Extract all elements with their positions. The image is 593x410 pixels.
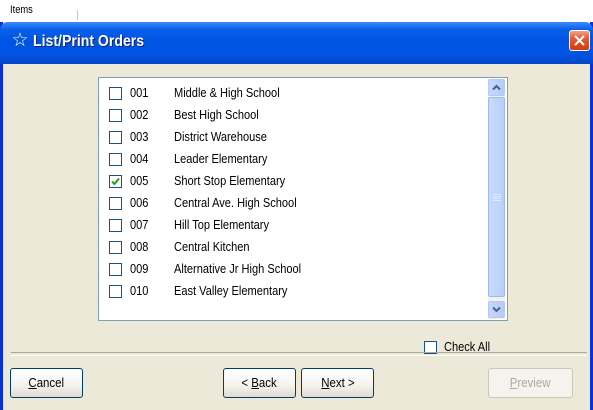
item-checkbox[interactable] <box>109 153 122 166</box>
item-checkbox[interactable] <box>109 219 122 232</box>
chevron-down-icon <box>492 306 501 313</box>
scroll-thumb[interactable] <box>488 97 505 297</box>
list-item[interactable]: 003 District Warehouse <box>99 126 487 148</box>
item-checkbox[interactable] <box>109 175 122 188</box>
item-checkbox[interactable] <box>109 263 122 276</box>
item-name: Hill Top Elementary <box>174 217 270 232</box>
item-name: Best High School <box>174 107 259 122</box>
list-item[interactable]: 010 East Valley Elementary <box>99 280 487 302</box>
item-name: Short Stop Elementary <box>174 173 286 188</box>
item-checkbox[interactable] <box>109 131 122 144</box>
checkmark-icon <box>111 177 120 186</box>
preview-button[interactable]: Preview <box>488 368 573 398</box>
vertical-scrollbar[interactable] <box>488 79 505 319</box>
close-icon <box>574 35 585 46</box>
item-code: 002 <box>130 107 149 122</box>
list-item[interactable]: 009 Alternative Jr High School <box>99 258 487 280</box>
item-code: 009 <box>130 261 149 276</box>
button-divider <box>11 352 587 356</box>
list-item[interactable]: 004 Leader Elementary <box>99 148 487 170</box>
list-item[interactable]: 007 Hill Top Elementary <box>99 214 487 236</box>
item-code: 005 <box>130 173 149 188</box>
item-code: 006 <box>130 195 149 210</box>
item-checkbox[interactable] <box>109 109 122 122</box>
star-icon: ☆ <box>11 30 29 51</box>
title-bar[interactable]: ☆ List/Print Orders <box>0 22 593 64</box>
item-code: 003 <box>130 129 149 144</box>
dialog-title: List/Print Orders <box>33 33 145 50</box>
back-label: ack <box>259 375 278 390</box>
item-code: 004 <box>130 151 149 166</box>
chevron-up-icon <box>492 84 501 91</box>
item-name: Central Kitchen <box>174 239 250 254</box>
list-item[interactable]: 001 Middle & High School <box>99 82 487 104</box>
item-checkbox[interactable] <box>109 241 122 254</box>
item-name: Central Ave. High School <box>174 195 297 210</box>
next-accel: N <box>320 375 330 390</box>
item-name: Alternative Jr High School <box>174 261 302 276</box>
next-label: ext > <box>329 375 355 390</box>
list-item[interactable]: 005 Short Stop Elementary <box>99 170 487 192</box>
item-checkbox[interactable] <box>109 285 122 298</box>
back-button[interactable]: < Back <box>223 368 296 398</box>
preview-label: review <box>517 375 551 390</box>
scroll-down-button[interactable] <box>488 301 505 318</box>
item-name: Middle & High School <box>174 85 280 100</box>
item-name: District Warehouse <box>174 129 267 144</box>
item-code: 001 <box>130 85 149 100</box>
background-window-strip: Items <box>0 0 593 20</box>
scroll-up-button[interactable] <box>488 79 505 96</box>
cancel-label: ancel <box>36 375 65 390</box>
item-name: Leader Elementary <box>174 151 268 166</box>
next-button[interactable]: Next > <box>301 368 374 398</box>
list-item[interactable]: 002 Best High School <box>99 104 487 126</box>
dialog-window: ☆ List/Print Orders 001 Middle & High Sch… <box>0 22 593 410</box>
list-item[interactable]: 006 Central Ave. High School <box>99 192 487 214</box>
item-code: 010 <box>130 283 149 298</box>
background-divider <box>77 10 78 20</box>
background-label: Items <box>10 4 33 16</box>
list-item[interactable]: 008 Central Kitchen <box>99 236 487 258</box>
item-name: East Valley Elementary <box>174 283 288 298</box>
cancel-button[interactable]: Cancel <box>10 368 83 398</box>
item-code: 007 <box>130 217 149 232</box>
item-checkbox[interactable] <box>109 87 122 100</box>
close-button[interactable] <box>569 30 590 51</box>
school-listbox[interactable]: 001 Middle & High School 002 Best High Scho… <box>98 77 508 321</box>
item-checkbox[interactable] <box>109 197 122 210</box>
item-code: 008 <box>130 239 149 254</box>
